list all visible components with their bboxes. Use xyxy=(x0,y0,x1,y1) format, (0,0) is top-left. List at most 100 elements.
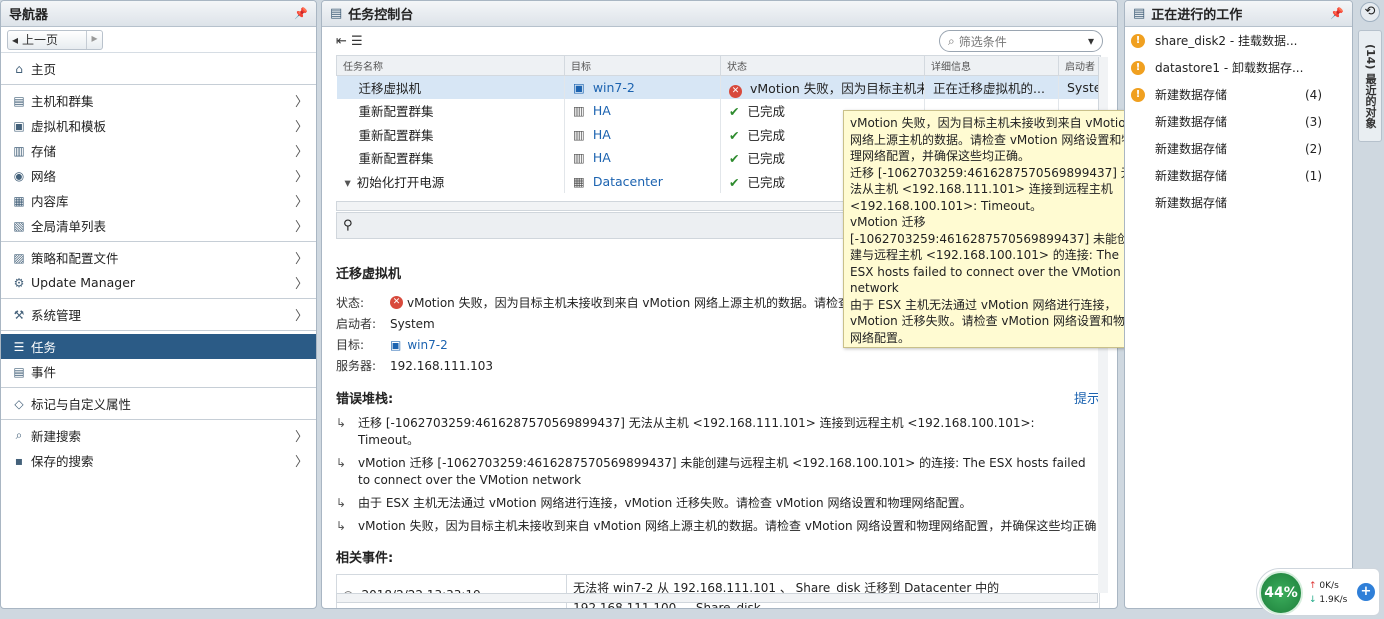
chevron-right-icon: 〉 xyxy=(294,95,308,110)
expand-collapse-icon[interactable]: ⇤ ☰ xyxy=(336,34,363,49)
target-link[interactable]: Datacenter xyxy=(593,174,663,189)
task-target[interactable]: ▥ HA xyxy=(564,146,721,170)
chevron-right-icon: 〉 xyxy=(294,430,308,445)
nav-item-network[interactable]: ◉ 网络 〉 xyxy=(1,163,316,188)
wip-item[interactable]: ! 新建数据存储 (4) xyxy=(1125,81,1352,108)
collapse-icon[interactable]: ▾ xyxy=(345,175,351,190)
table-row[interactable]: 迁移虚拟机 ▣ win7-2 ✕ vMotion 失败，因为目标主机未 正在迁移虚拟… xyxy=(336,75,1101,99)
wip-item-label: 新建数据存储 xyxy=(1155,196,1228,210)
error-icon: ✕ xyxy=(729,84,742,98)
target-link[interactable]: win7-2 xyxy=(593,80,635,95)
wip-item-label: 新建数据存储 xyxy=(1155,142,1228,156)
wip-item[interactable]: 新建数据存储 (2) xyxy=(1125,135,1352,162)
column-header[interactable]: 状态 xyxy=(720,55,925,76)
target-link[interactable]: HA xyxy=(593,127,611,142)
wip-item[interactable]: ! share_disk2 - 挂载数据... xyxy=(1125,27,1352,54)
detail-status-value: vMotion 失败，因为目标主机未接收到来自 vMotion 网络上源主机的数… xyxy=(407,296,851,310)
task-target[interactable]: ▥ HA xyxy=(564,122,721,146)
task-name: 重新配置群集 xyxy=(336,146,565,170)
binoculars-icon[interactable]: ⚲ xyxy=(343,218,353,233)
detail-server-row: 服务器: 192.168.111.103 xyxy=(336,355,1100,376)
nav-item-tasks[interactable]: ☰ 任务 xyxy=(1,334,316,359)
error-stack-item: ↳ vMotion 失败，因为目标主机未接收到来自 vMotion 网络上源主机… xyxy=(336,518,1100,535)
search-icon: ⌕ xyxy=(948,33,955,48)
download-rate: 1.9K/s xyxy=(1319,595,1348,605)
chevron-right-icon: 〉 xyxy=(294,195,308,210)
status-text: 已完成 xyxy=(747,104,785,120)
nav-item-hosts-clusters[interactable]: ▤ 主机和群集 〉 xyxy=(1,88,316,113)
task-target[interactable]: ▥ HA xyxy=(564,99,721,123)
navigator-title: 导航器 xyxy=(9,8,49,23)
column-header[interactable]: 目标 xyxy=(564,55,721,76)
task-target[interactable]: ▦ Datacenter xyxy=(564,169,721,193)
nav-item-update-manager[interactable]: ⚙ Update Manager 〉 xyxy=(1,270,316,295)
nav-item-content-library[interactable]: ▦ 内容库 〉 xyxy=(1,188,316,213)
task-target[interactable]: ▣ win7-2 xyxy=(564,75,721,99)
blank-icon xyxy=(1131,115,1145,129)
nav-item-new-search[interactable]: ⌕ 新建搜索 〉 xyxy=(1,423,316,448)
detail-horizontal-scrollbar[interactable] xyxy=(336,593,1098,603)
nav-item-home[interactable]: ⌂ 主页 xyxy=(1,56,316,81)
chevron-right-icon: 〉 xyxy=(294,455,308,470)
target-link[interactable]: HA xyxy=(593,103,611,118)
wip-item[interactable]: 新建数据存储 (3) xyxy=(1125,108,1352,135)
filter-placeholder: 筛选条件 xyxy=(958,34,1007,49)
column-header[interactable]: 详细信息 xyxy=(924,55,1059,76)
error-stack-item: ↳ vMotion 迁移 [-1062703259:46162875705698… xyxy=(336,455,1100,489)
wip-item[interactable]: ! datastore1 - 卸载数据存... xyxy=(1125,54,1352,81)
wip-item-count: (1) xyxy=(1305,168,1322,183)
home-icon: ⌂ xyxy=(15,61,23,76)
target-link[interactable]: HA xyxy=(593,150,611,165)
nav-item-label: 新建搜索 xyxy=(31,429,82,444)
console-toolbar: ⇤ ☰ ⌕ 筛选条件 ▾ xyxy=(322,27,1117,55)
detail-target-link[interactable]: win7-2 xyxy=(407,338,447,352)
nav-item-storage[interactable]: ▥ 存储 〉 xyxy=(1,138,316,163)
nav-item-events[interactable]: ▤ 事件 xyxy=(1,359,316,384)
nav-item-saved-searches[interactable]: ▪ 保存的搜索 〉 xyxy=(1,448,316,473)
error-stack-item: ↳ 迁移 [-1062703259:4616287570569899437] 无… xyxy=(336,415,1100,449)
nav-item-label: 标记与自定义属性 xyxy=(31,397,132,412)
nav-item-policies[interactable]: ▨ 策略和配置文件 〉 xyxy=(1,245,316,270)
upload-arrow-icon: ↑ xyxy=(1309,581,1317,591)
host-cluster-icon: ▤ xyxy=(13,93,25,108)
related-events-table: ◉ 2018/2/22 13:33:19 无法将 win7-2 从 192.16… xyxy=(336,574,1100,608)
more-link[interactable]: 提示 xyxy=(1074,388,1100,407)
nav-divider xyxy=(1,84,316,85)
return-arrow-icon: ↳ xyxy=(336,416,347,430)
history-icon[interactable]: ⟲ xyxy=(1360,2,1380,22)
status-text: 已完成 xyxy=(747,174,785,190)
nav-item-administration[interactable]: ⚒ 系统管理 〉 xyxy=(1,302,316,327)
error-stack-heading: 错误堆栈: 提示 xyxy=(336,388,1100,407)
task-details: 正在迁移虚拟机的... xyxy=(924,75,1059,99)
wip-item[interactable]: 新建数据存储 xyxy=(1125,189,1352,216)
return-arrow-icon: ↳ xyxy=(336,456,347,470)
filter-input[interactable]: ⌕ 筛选条件 ▾ xyxy=(939,30,1103,52)
navigator-panel: 导航器 📌 ◂ 上一页 ▸ ⌂ 主页 ▤ 主机和群集 〉 ▣ 虚拟机和模板 〉 … xyxy=(0,0,317,609)
column-header[interactable]: 任务名称 xyxy=(336,55,565,76)
forward-button[interactable]: ▸ xyxy=(86,30,102,49)
work-in-progress-panel: ▤ 正在进行的工作 📌 ! share_disk2 - 挂载数据... ! da… xyxy=(1124,0,1353,609)
column-header[interactable]: 启动者 xyxy=(1058,55,1101,76)
chevron-right-icon: 〉 xyxy=(294,145,308,160)
nav-item-label: 保存的搜索 xyxy=(31,454,94,469)
nav-item-label: Update Manager xyxy=(31,275,136,290)
table-header-row: 任务名称 目标 状态 详细信息 启动者 xyxy=(336,55,1101,76)
pin-icon[interactable]: 📌 xyxy=(294,7,308,20)
plus-icon[interactable]: + xyxy=(1357,583,1375,601)
chevron-down-icon[interactable]: ▾ xyxy=(1088,34,1094,48)
nav-item-tags[interactable]: ◇ 标记与自定义属性 xyxy=(1,391,316,416)
nav-item-label: 主机和群集 xyxy=(31,94,94,109)
nav-back-bar: ◂ 上一页 ▸ xyxy=(1,27,316,53)
error-stack-item: ↳ 由于 ESX 主机无法通过 vMotion 网络进行连接，vMotion 迁… xyxy=(336,495,1100,512)
wip-item[interactable]: 新建数据存储 (1) xyxy=(1125,162,1352,189)
back-button[interactable]: ◂ 上一页 ▸ xyxy=(7,29,103,50)
event-row[interactable]: ◉ 2018/2/22 13:33:19 xyxy=(337,575,568,608)
usage-percent: 44% xyxy=(1259,571,1303,615)
recent-objects-tab[interactable]: (14) 最近的对象 xyxy=(1358,30,1382,142)
pin-icon[interactable]: 📌 xyxy=(1330,7,1344,20)
wip-header: ▤ 正在进行的工作 📌 xyxy=(1125,1,1352,27)
nav-item-vms-templates[interactable]: ▣ 虚拟机和模板 〉 xyxy=(1,113,316,138)
network-speed-widget[interactable]: 44% ↑ 0K/s ↓ 1.9K/s + xyxy=(1256,568,1380,616)
nav-item-inventory-list[interactable]: ▧ 全局清单列表 〉 xyxy=(1,213,316,238)
check-icon: ✔ xyxy=(729,104,740,120)
